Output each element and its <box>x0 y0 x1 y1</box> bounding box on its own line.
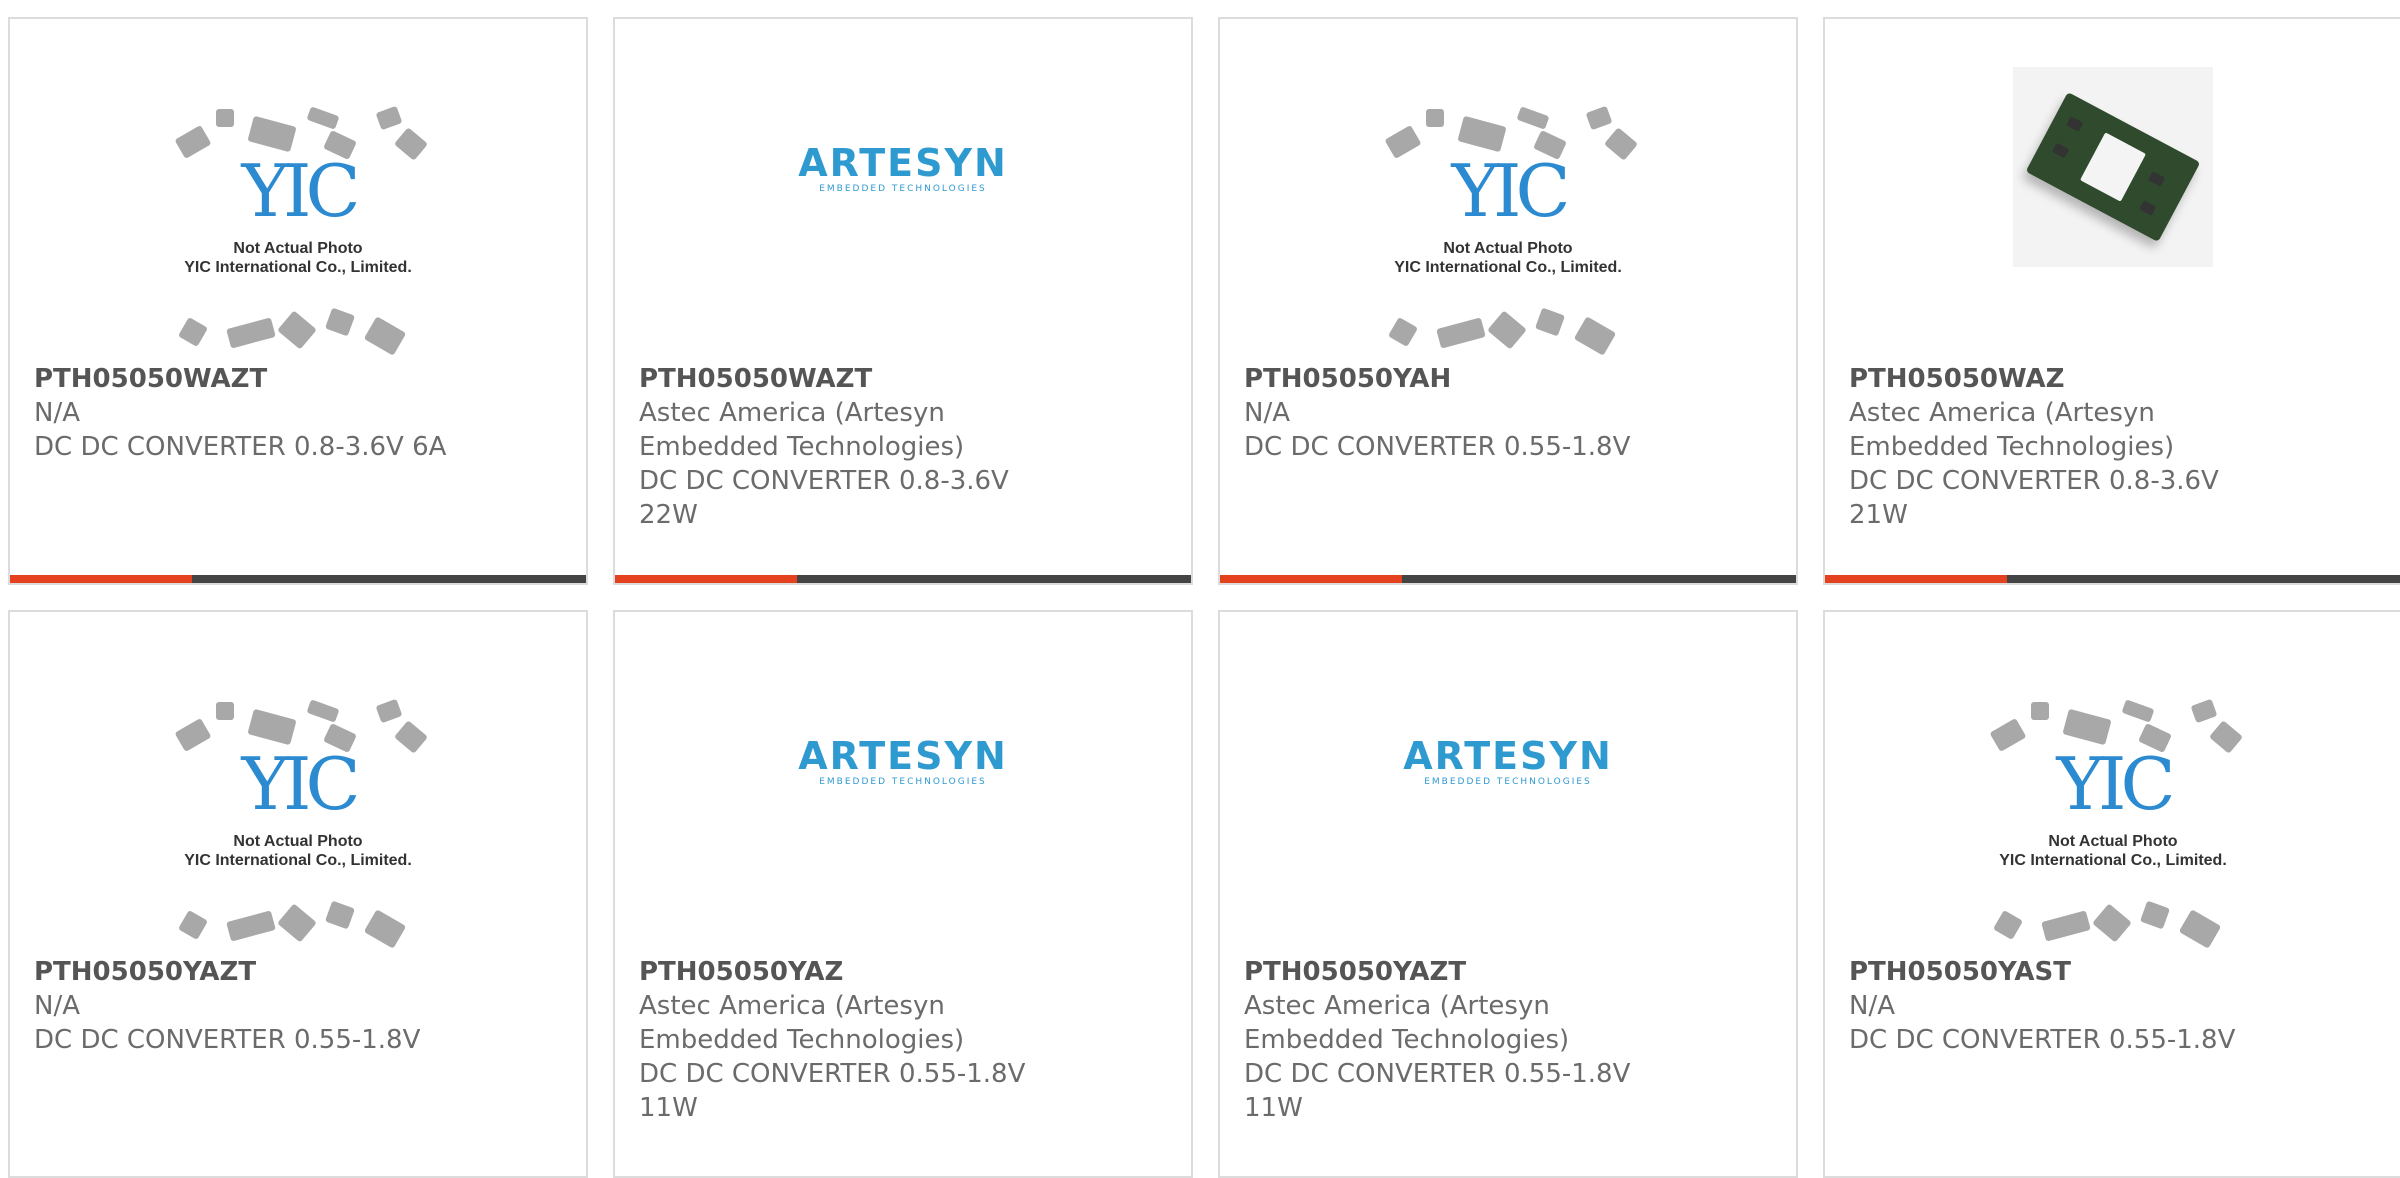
part-number[interactable]: PTH05050YAZT <box>34 955 566 989</box>
part-number[interactable]: PTH05050YAH <box>1244 362 1776 396</box>
artesyn-wordmark: ARTESYN <box>798 734 1008 778</box>
yic-logo-icon: YIC <box>2056 742 2175 826</box>
yic-placeholder-image: YIC Not Actual Photo YIC International C… <box>158 105 438 359</box>
chips-decoration <box>1368 307 1648 359</box>
yic-placeholder-image: YIC Not Actual Photo YIC International C… <box>1368 105 1648 359</box>
product-card[interactable]: YIC Not Actual Photo YIC International C… <box>8 17 588 585</box>
manufacturer: N/A <box>34 398 80 428</box>
product-card[interactable]: YIC Not Actual Photo YIC International C… <box>1218 17 1798 585</box>
part-number[interactable]: PTH05050WAZT <box>639 362 1171 396</box>
product-image[interactable]: YIC Not Actual Photo YIC International C… <box>10 99 586 369</box>
artesyn-subtitle: EMBEDDED TECHNOLOGIES <box>819 777 987 787</box>
accent-bar <box>615 575 797 583</box>
part-number[interactable]: PTH05050WAZT <box>34 362 566 396</box>
product-image[interactable]: ARTESYN EMBEDDED TECHNOLOGIES <box>615 99 1191 369</box>
product-image[interactable]: ARTESYN EMBEDDED TECHNOLOGIES <box>1220 692 1796 962</box>
card-bottom-bar <box>1825 575 2400 583</box>
card-bottom-bar <box>615 575 1191 583</box>
product-image[interactable]: YIC Not Actual Photo YIC International C… <box>10 692 586 962</box>
manufacturer: Astec America (Artesyn Embedded Technolo… <box>1849 398 2175 462</box>
manufacturer: N/A <box>1244 398 1290 428</box>
part-number[interactable]: PTH05050YAZT <box>1244 955 1776 989</box>
part-number[interactable]: PTH05050YAST <box>1849 955 2381 989</box>
product-card[interactable]: YIC Not Actual Photo YIC International C… <box>1823 610 2400 1178</box>
product-image[interactable]: ARTESYN EMBEDDED TECHNOLOGIES <box>615 692 1191 962</box>
artesyn-subtitle: EMBEDDED TECHNOLOGIES <box>1424 777 1592 787</box>
card-bottom-bar <box>10 575 586 583</box>
chips-decoration <box>158 900 438 952</box>
manufacturer: N/A <box>1849 991 1895 1021</box>
manufacturer: Astec America (Artesyn Embedded Technolo… <box>639 398 965 462</box>
description: DC DC CONVERTER 0.8-3.6V 6A <box>34 432 447 462</box>
image-caption: Not Actual Photo YIC International Co., … <box>1999 833 2227 869</box>
artesyn-subtitle: EMBEDDED TECHNOLOGIES <box>819 184 987 194</box>
image-caption: Not Actual Photo YIC International Co., … <box>184 833 412 869</box>
artesyn-wordmark: ARTESYN <box>1403 734 1613 778</box>
yic-logo-icon: YIC <box>241 742 360 826</box>
description: DC DC CONVERTER 0.55-1.8V 11W <box>1244 1059 1631 1123</box>
image-caption: Not Actual Photo YIC International Co., … <box>1394 240 1622 276</box>
chips-decoration <box>158 307 438 359</box>
description: DC DC CONVERTER 0.55-1.8V <box>1849 1025 2236 1055</box>
product-card[interactable]: ARTESYN EMBEDDED TECHNOLOGIES PTH05050WA… <box>613 17 1193 585</box>
product-card[interactable]: YIC Not Actual Photo YIC International C… <box>8 610 588 1178</box>
manufacturer: Astec America (Artesyn Embedded Technolo… <box>1244 991 1570 1055</box>
description: DC DC CONVERTER 0.8-3.6V 22W <box>639 466 1009 530</box>
accent-bar <box>1825 575 2007 583</box>
artesyn-wordmark: ARTESYN <box>798 141 1008 185</box>
description: DC DC CONVERTER 0.55-1.8V 11W <box>639 1059 1026 1123</box>
accent-bar <box>10 575 192 583</box>
chips-decoration <box>1973 900 2253 952</box>
image-caption: Not Actual Photo YIC International Co., … <box>184 240 412 276</box>
product-card[interactable]: PTH05050WAZ Astec America (Artesyn Embed… <box>1823 17 2400 585</box>
product-grid: YIC Not Actual Photo YIC International C… <box>8 17 2400 1178</box>
module-photo <box>2013 66 2213 267</box>
yic-placeholder-image: YIC Not Actual Photo YIC International C… <box>1973 698 2253 952</box>
product-image[interactable]: YIC Not Actual Photo YIC International C… <box>1220 99 1796 369</box>
pcb-board-icon <box>2025 91 2201 242</box>
yic-logo-icon: YIC <box>1451 149 1570 233</box>
artesyn-logo-icon: ARTESYN EMBEDDED TECHNOLOGIES <box>798 143 1008 195</box>
card-bottom-bar <box>1220 575 1796 583</box>
artesyn-logo-icon: ARTESYN EMBEDDED TECHNOLOGIES <box>798 736 1008 788</box>
part-number[interactable]: PTH05050YAZ <box>639 955 1171 989</box>
yic-logo-icon: YIC <box>241 149 360 233</box>
artesyn-logo-icon: ARTESYN EMBEDDED TECHNOLOGIES <box>1403 736 1613 788</box>
manufacturer: Astec America (Artesyn Embedded Technolo… <box>639 991 965 1055</box>
description: DC DC CONVERTER 0.8-3.6V 21W <box>1849 466 2219 530</box>
product-image[interactable] <box>1825 66 2400 369</box>
manufacturer: N/A <box>34 991 80 1021</box>
description: DC DC CONVERTER 0.55-1.8V <box>34 1025 421 1055</box>
description: DC DC CONVERTER 0.55-1.8V <box>1244 432 1631 462</box>
product-card[interactable]: ARTESYN EMBEDDED TECHNOLOGIES PTH05050YA… <box>1218 610 1798 1178</box>
part-number[interactable]: PTH05050WAZ <box>1849 362 2381 396</box>
yic-placeholder-image: YIC Not Actual Photo YIC International C… <box>158 698 438 952</box>
product-image[interactable]: YIC Not Actual Photo YIC International C… <box>1825 692 2400 962</box>
accent-bar <box>1220 575 1402 583</box>
product-card[interactable]: ARTESYN EMBEDDED TECHNOLOGIES PTH05050YA… <box>613 610 1193 1178</box>
